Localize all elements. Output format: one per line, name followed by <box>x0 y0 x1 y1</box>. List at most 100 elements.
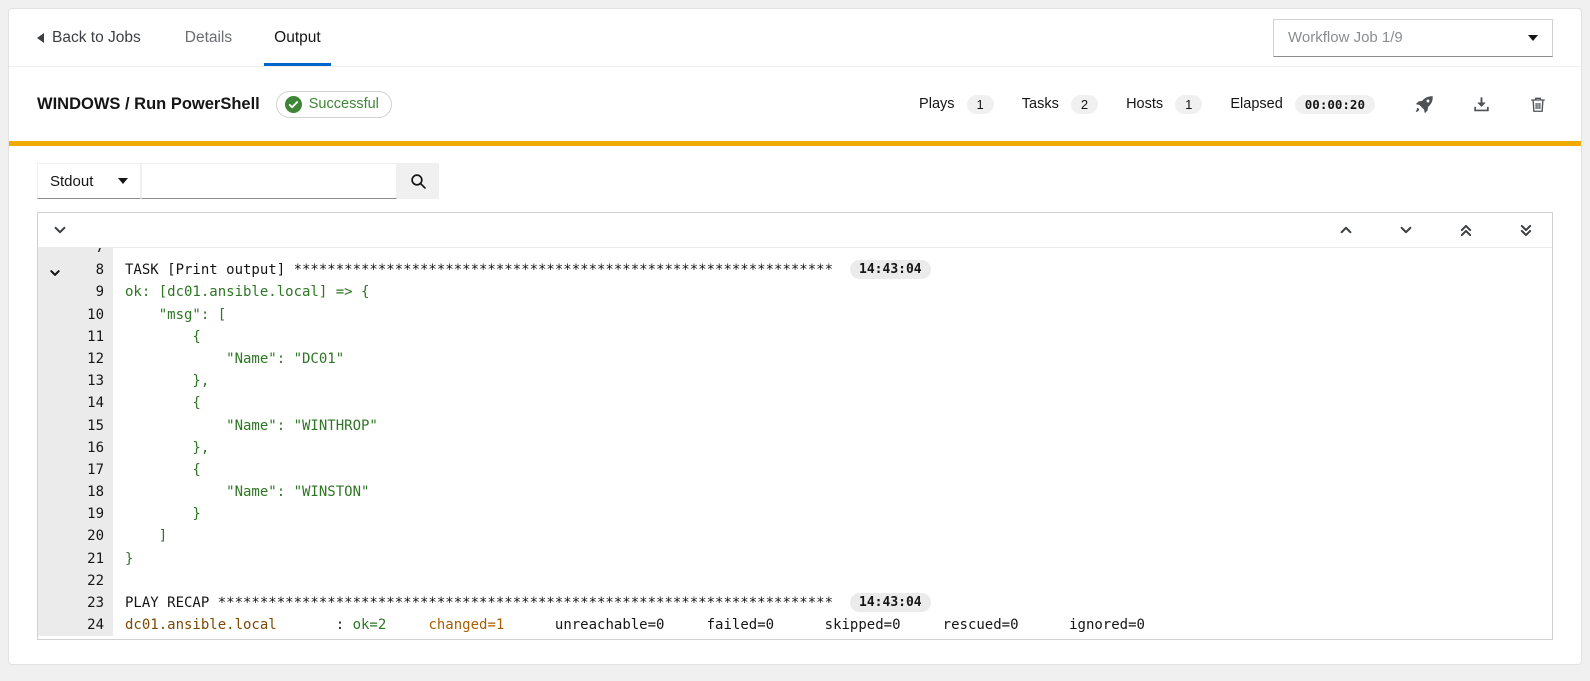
tab-output[interactable]: Output <box>264 9 331 66</box>
scroll-to-bottom-button[interactable] <box>1519 223 1533 238</box>
tab-details[interactable]: Details <box>175 9 242 66</box>
console-line-text: "msg": [ <box>113 304 226 326</box>
chevron-down-icon <box>53 223 67 237</box>
chevron-down-icon <box>118 178 128 184</box>
line-number: 11 <box>38 326 113 348</box>
line-number: 17 <box>38 459 113 481</box>
line-number: 12 <box>38 348 113 370</box>
console-line-text: { <box>113 392 201 414</box>
search-button[interactable] <box>397 163 439 199</box>
console-line-text: "Name": "WINTHROP" <box>113 415 378 437</box>
console-output[interactable]: 78TASK [Print output] ******************… <box>38 248 1552 639</box>
delete-job-button[interactable] <box>1529 95 1547 114</box>
line-number: 9 <box>38 281 113 303</box>
line-number: 14 <box>38 392 113 414</box>
line-number: 20 <box>38 525 113 547</box>
chevron-up-icon <box>1339 223 1353 237</box>
console-line: 16 }, <box>38 437 1552 459</box>
console-line-text: ] <box>113 525 167 547</box>
console-line-text: TASK [Print output] ********************… <box>113 259 931 281</box>
console-line: 9ok: [dc01.ansible.local] => { <box>38 281 1552 303</box>
download-output-button[interactable] <box>1472 95 1491 114</box>
line-number: 15 <box>38 415 113 437</box>
console-line: 14 { <box>38 392 1552 414</box>
check-circle-icon <box>285 96 302 113</box>
page-title: WINDOWS / Run PowerShell <box>37 95 260 114</box>
scroll-previous-button[interactable] <box>1339 223 1353 237</box>
double-chevron-up-icon <box>1459 223 1473 238</box>
back-to-jobs-label: Back to Jobs <box>52 29 141 47</box>
plays-count-badge: 1 <box>967 95 994 114</box>
download-icon <box>1472 95 1491 114</box>
job-output-page: Back to Jobs Details Output Workflow Job… <box>8 8 1582 665</box>
stdout-filter-value: Stdout <box>50 173 93 190</box>
line-number: 16 <box>38 437 113 459</box>
workflow-job-select-value: Workflow Job 1/9 <box>1288 29 1403 46</box>
console-line-text: dc01.ansible.local : ok=2 changed=1 unre… <box>113 614 1145 636</box>
console-toolbar <box>38 213 1552 248</box>
console-line: 18 "Name": "WINSTON" <box>38 481 1552 503</box>
rocket-icon <box>1415 95 1434 114</box>
console-line-text: ok: [dc01.ansible.local] => { <box>113 281 369 303</box>
job-action-icons <box>1415 95 1547 114</box>
line-number: 13 <box>38 370 113 392</box>
line-number: 23 <box>38 592 113 614</box>
trash-icon <box>1529 95 1547 114</box>
status-badge-label: Successful <box>309 96 379 112</box>
search-icon <box>410 173 427 190</box>
stdout-filter-select[interactable]: Stdout <box>37 163 141 199</box>
console-line: 8TASK [Print output] *******************… <box>38 259 1552 281</box>
toggle-expand-all-button[interactable] <box>53 223 67 237</box>
console-line: 15 "Name": "WINTHROP" <box>38 415 1552 437</box>
hosts-count-badge: 1 <box>1175 95 1202 114</box>
line-number: 22 <box>38 570 113 592</box>
job-stats: Plays 1 Tasks 2 Hosts 1 Elapsed 00:00:20 <box>919 95 1375 114</box>
back-to-jobs-link[interactable]: Back to Jobs <box>37 9 141 66</box>
line-number: 21 <box>38 548 113 570</box>
scroll-to-top-button[interactable] <box>1459 223 1473 238</box>
console-line: 17 { <box>38 459 1552 481</box>
line-number: 7 <box>38 248 113 259</box>
console-line: 22 <box>38 570 1552 592</box>
workflow-job-select[interactable]: Workflow Job 1/9 <box>1273 19 1553 57</box>
console-line: 12 "Name": "DC01" <box>38 348 1552 370</box>
console-line: 13 }, <box>38 370 1552 392</box>
line-number: 8 <box>38 259 113 281</box>
line-number: 19 <box>38 503 113 525</box>
tasks-count-badge: 2 <box>1071 95 1098 114</box>
console-line: 23PLAY RECAP ***************************… <box>38 592 1552 614</box>
console-line: 11 { <box>38 326 1552 348</box>
chevron-down-icon <box>1399 223 1413 237</box>
stat-plays: Plays 1 <box>919 95 994 114</box>
timestamp-badge: 14:43:04 <box>850 260 931 279</box>
console-line-text: } <box>113 548 133 570</box>
console-line-text: { <box>113 459 201 481</box>
timestamp-badge: 14:43:04 <box>850 593 931 612</box>
stat-tasks: Tasks 2 <box>1022 95 1098 114</box>
output-filter-row: Stdout <box>9 146 1581 212</box>
elapsed-time-badge: 00:00:20 <box>1295 95 1375 114</box>
line-number: 18 <box>38 481 113 503</box>
console-line: 7 <box>38 248 1552 259</box>
console-line-text: } <box>113 503 201 525</box>
job-header: WINDOWS / Run PowerShell Successful Play… <box>9 67 1581 141</box>
scroll-next-button[interactable] <box>1399 223 1413 237</box>
console-line-text: { <box>113 326 201 348</box>
console-line: 20 ] <box>38 525 1552 547</box>
console-line-text <box>113 570 125 592</box>
double-chevron-down-icon <box>1519 223 1533 238</box>
back-arrow-icon <box>37 33 44 43</box>
stdout-console: 78TASK [Print output] ******************… <box>37 212 1553 640</box>
console-line-text: }, <box>113 370 209 392</box>
console-line-text: }, <box>113 437 209 459</box>
console-line: 24dc01.ansible.local : ok=2 changed=1 un… <box>38 614 1552 636</box>
console-line-text: PLAY RECAP *****************************… <box>113 592 931 614</box>
search-input[interactable] <box>141 163 397 199</box>
relaunch-button[interactable] <box>1415 95 1434 114</box>
line-number: 10 <box>38 304 113 326</box>
status-badge[interactable]: Successful <box>276 91 392 118</box>
console-line-text: "Name": "WINSTON" <box>113 481 369 503</box>
line-number: 24 <box>38 614 113 636</box>
console-line-text: "Name": "DC01" <box>113 348 344 370</box>
console-line: 19 } <box>38 503 1552 525</box>
